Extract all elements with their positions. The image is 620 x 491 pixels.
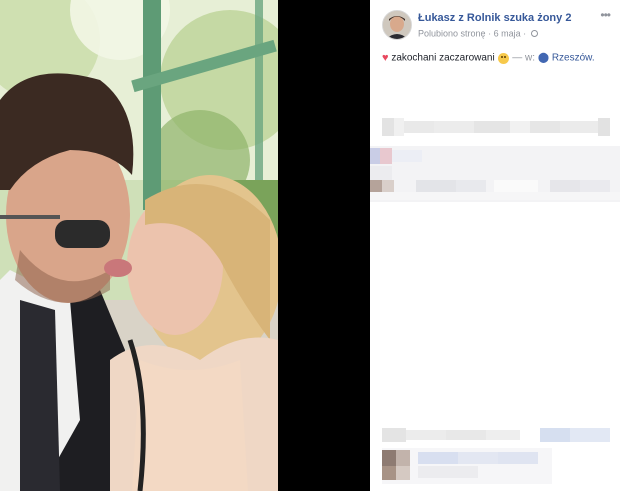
globe-icon[interactable] xyxy=(530,30,538,38)
pixelated-comment-3 xyxy=(382,448,552,484)
meta-separator: · xyxy=(488,28,492,39)
smile-emoji-icon xyxy=(498,52,510,64)
post-meta: Polubiono stronę · 6 maja · xyxy=(418,28,538,39)
status-text: zakochani zaczarowani xyxy=(391,52,495,64)
map-pin-icon: ⬤ xyxy=(537,52,550,64)
heart-icon: ♥ xyxy=(382,52,389,64)
page-avatar[interactable] xyxy=(382,10,412,40)
post-header: Łukasz z Rolnik szuka żony 2 Polubiono s… xyxy=(382,8,612,42)
location-prefix: — w: xyxy=(512,52,536,64)
post-date[interactable]: 6 maja xyxy=(494,29,521,39)
pixelated-comment-1 xyxy=(370,146,620,202)
avatar-image xyxy=(383,11,411,39)
post-status: ♥ zakochani zaczarowani — w: ⬤ Rzeszów. xyxy=(382,52,612,64)
post-photo[interactable] xyxy=(0,0,278,491)
more-options-icon[interactable]: ••• xyxy=(600,9,611,21)
page-name-link[interactable]: Łukasz z Rolnik szuka żony 2 xyxy=(418,12,571,24)
post-panel: Łukasz z Rolnik szuka żony 2 Polubiono s… xyxy=(370,0,620,491)
liked-label[interactable]: Polubiono stronę xyxy=(418,29,486,39)
meta-separator-2: · xyxy=(523,28,527,39)
pixelated-reactions xyxy=(382,118,610,136)
pixelated-comment-2 xyxy=(382,428,610,442)
photo-image xyxy=(0,0,278,491)
location-link[interactable]: Rzeszów. xyxy=(552,53,595,64)
photo-viewer xyxy=(0,0,370,491)
